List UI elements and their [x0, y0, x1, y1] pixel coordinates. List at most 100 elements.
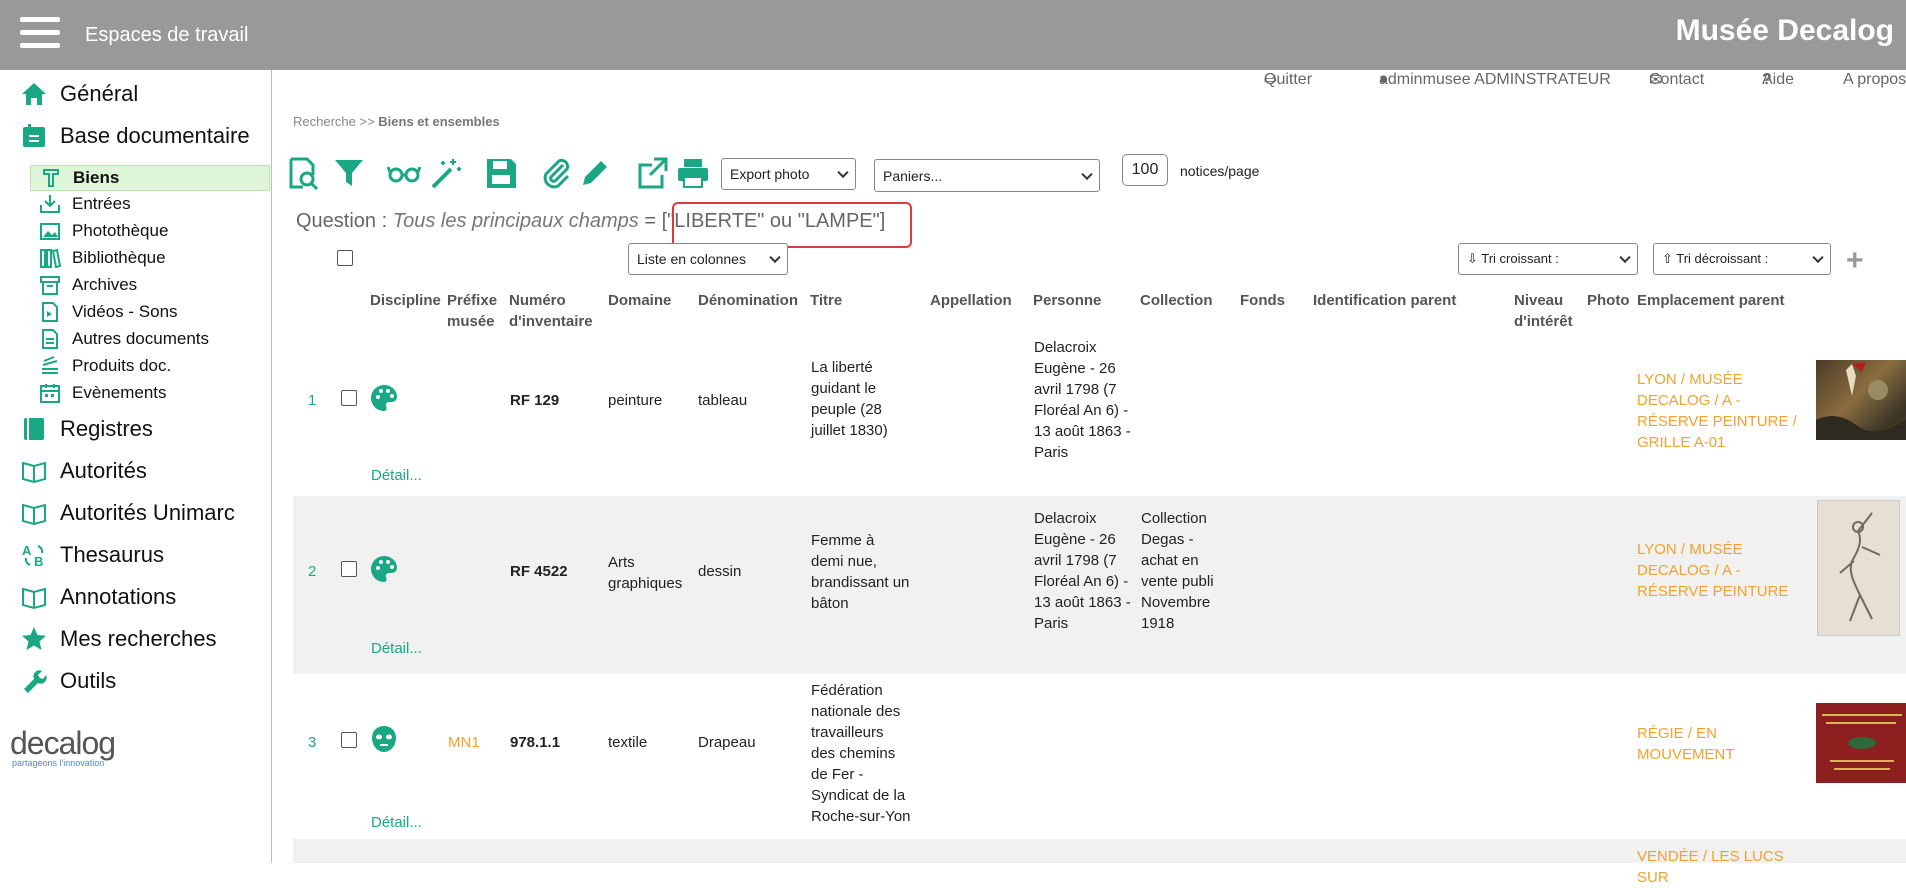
register-icon [18, 413, 50, 445]
archive-icon [36, 272, 64, 298]
add-column-icon[interactable]: + [1846, 244, 1864, 278]
sidebar-item-entrees[interactable]: Entrées [30, 191, 270, 217]
view-mode-select[interactable]: Liste en colonnes [628, 243, 788, 275]
col-appellation[interactable]: Appellation [930, 290, 1012, 311]
sidebar-item-autres-documents[interactable]: Autres documents [30, 326, 270, 352]
col-parent-id[interactable]: Identification parent [1313, 290, 1456, 311]
nav-mes-recherches[interactable]: Mes recherches [18, 623, 217, 655]
inventory-number: RF 129 [510, 392, 560, 409]
col-interest[interactable]: Niveau d'intérêt [1514, 290, 1594, 332]
sidebar-item-videos-sons[interactable]: Vidéos - Sons [30, 299, 270, 325]
photo-thumbnail[interactable] [1816, 703, 1906, 783]
magic-wand-icon[interactable] [429, 155, 463, 191]
nav-base-documentaire[interactable]: Base documentaire [18, 120, 250, 152]
sidebar: Général Base documentaire Biens Entrées … [0, 70, 272, 863]
stack-icon [36, 353, 64, 379]
breadcrumb-current: Biens et ensembles [378, 114, 500, 129]
table-row: 3 MN1 978.1.1 textile Drapeau Fédération… [293, 674, 1906, 839]
col-discipline[interactable]: Discipline [370, 290, 441, 311]
export-photo-select[interactable]: Export photo [721, 158, 856, 190]
location-link[interactable]: VENDÉE / LES LUCS SUR [1637, 846, 1807, 888]
palette-icon [371, 385, 397, 411]
photo-thumbnail[interactable] [1817, 500, 1900, 636]
chevron-down-icon [1812, 251, 1824, 264]
row-checkbox[interactable] [341, 561, 357, 577]
detail-link[interactable]: Détail... [371, 814, 422, 831]
search-document-icon[interactable] [287, 155, 321, 191]
images-icon [36, 218, 64, 244]
inbox-icon [36, 191, 64, 217]
nav-annotations[interactable]: Annotations [18, 581, 176, 613]
document-icon [36, 326, 64, 352]
menu-icon[interactable] [20, 17, 60, 49]
brand-title: Musée Decalog [1675, 14, 1894, 47]
glasses-icon[interactable] [387, 155, 421, 191]
sidebar-item-phototheque[interactable]: Photothèque [30, 218, 270, 244]
painting-thumbnail [1816, 362, 1906, 440]
row-number[interactable]: 1 [308, 390, 316, 411]
sort-descending-select[interactable]: ⇧ Tri décroissant : [1653, 243, 1831, 275]
sidebar-item-archives[interactable]: Archives [30, 272, 270, 298]
flag-thumbnail [1822, 714, 1902, 770]
row-checkbox[interactable] [341, 732, 357, 748]
nav-thesaurus[interactable]: AB Thesaurus [18, 539, 164, 571]
breadcrumb: Recherche >> Biens et ensembles [293, 114, 500, 129]
save-icon[interactable] [484, 155, 518, 191]
calendar-icon [36, 380, 64, 406]
col-collection[interactable]: Collection [1140, 290, 1213, 311]
per-page-input[interactable]: 100 [1122, 154, 1168, 186]
location-link[interactable]: RÉGIE / EN MOUVEMENT [1637, 723, 1807, 765]
svg-text:B: B [34, 554, 43, 569]
detail-link[interactable]: Détail... [371, 640, 422, 657]
workspaces-label[interactable]: Espaces de travail [85, 24, 248, 47]
nav-registres[interactable]: Registres [18, 413, 153, 445]
col-location[interactable]: Emplacement parent [1637, 290, 1785, 311]
breadcrumb-root[interactable]: Recherche >> [293, 114, 375, 129]
decalog-logo: decalog partageons l'innovation [10, 725, 116, 768]
table-row: 1 RF 129 peinture tableau La liberté gui… [293, 333, 1906, 496]
top-links: ⇨ Quitter ● adminmusee ADMINSTRATEUR ✉ Cont… [1264, 71, 1906, 89]
nav-outils[interactable]: Outils [18, 665, 116, 697]
col-title[interactable]: Titre [810, 290, 842, 311]
detail-link[interactable]: Détail... [371, 467, 422, 484]
nav-general[interactable]: Général [18, 78, 138, 110]
photo-thumbnail[interactable] [1816, 360, 1906, 440]
col-fonds[interactable]: Fonds [1240, 290, 1285, 311]
sidebar-item-produits-doc[interactable]: Produits doc. [30, 353, 270, 379]
paperclip-icon[interactable] [539, 155, 573, 191]
nav-autorites-unimarc[interactable]: Autorités Unimarc [18, 497, 235, 529]
query-highlight [672, 202, 912, 248]
book-open-icon [18, 497, 50, 529]
row-number[interactable]: 2 [308, 561, 316, 582]
col-person[interactable]: Personne [1033, 290, 1101, 311]
thesaurus-icon: AB [18, 539, 50, 571]
col-denomination[interactable]: Dénomination [698, 290, 798, 311]
chevron-down-icon [1081, 168, 1093, 180]
col-inventory[interactable]: Numéro d'inventaire [509, 290, 604, 332]
select-all-checkbox[interactable] [337, 250, 353, 266]
print-icon[interactable] [676, 155, 710, 191]
location-link[interactable]: LYON / MUSÉE DECALOG / A - RÉSERVE PEINT… [1637, 539, 1807, 602]
col-domain[interactable]: Domaine [608, 290, 671, 311]
pencil-icon[interactable] [577, 155, 611, 191]
home-icon [18, 78, 50, 110]
baskets-select[interactable]: Paniers... [874, 159, 1100, 192]
row-number[interactable]: 3 [308, 732, 316, 753]
location-link[interactable]: LYON / MUSÉE DECALOG / A - RÉSERVE PEINT… [1637, 369, 1807, 453]
table-row: VENDÉE / LES LUCS SUR [293, 839, 1906, 886]
inventory-number: RF 4522 [510, 563, 568, 580]
svg-text:A: A [22, 543, 32, 558]
per-page-label: notices/page [1180, 163, 1260, 179]
sidebar-item-biens[interactable]: Biens [30, 165, 270, 191]
prefix-link[interactable]: MN1 [448, 732, 480, 753]
sidebar-item-bibliotheque[interactable]: Bibliothèque [30, 245, 270, 271]
table-row: 2 RF 4522 Arts graphiques dessin Femme à… [293, 496, 1906, 674]
col-prefix[interactable]: Préfixe musée [447, 290, 499, 332]
nav-autorites[interactable]: Autorités [18, 455, 147, 487]
sidebar-item-evenements[interactable]: Evènements [30, 380, 270, 406]
sort-ascending-select[interactable]: ⇩ Tri croissant : [1458, 243, 1638, 275]
external-link-icon[interactable] [636, 155, 670, 191]
filter-icon[interactable] [332, 155, 366, 191]
col-photo[interactable]: Photo [1587, 290, 1630, 311]
row-checkbox[interactable] [341, 390, 357, 406]
